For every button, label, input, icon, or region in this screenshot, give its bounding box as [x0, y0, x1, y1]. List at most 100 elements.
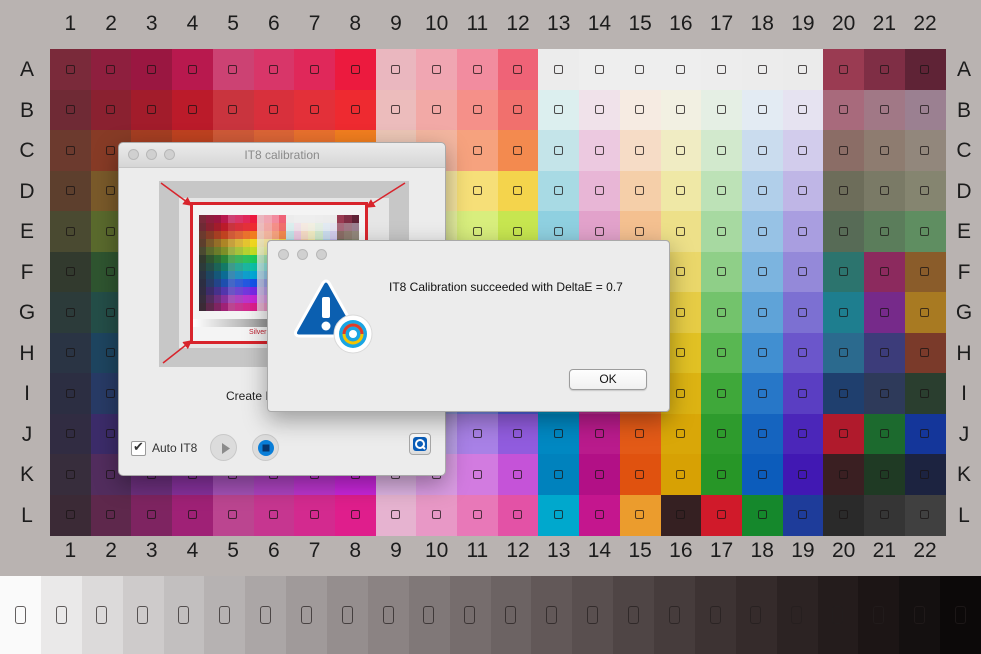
patch-K14: [579, 454, 621, 496]
dialog-zoom-button[interactable]: [316, 249, 327, 260]
patch-J19: [782, 413, 824, 455]
patch-marker: [920, 388, 930, 398]
column-label-top: 1: [64, 12, 77, 35]
gray-patch-marker: [505, 606, 517, 624]
patch-G22: [904, 292, 946, 334]
patch-J22: [904, 413, 946, 455]
patch-D1: [50, 170, 92, 212]
patch-C13: [538, 130, 580, 172]
patch-marker: [554, 469, 564, 479]
patch-E21: [864, 211, 906, 253]
gray-patch-marker: [423, 606, 435, 624]
patch-L4: [172, 494, 214, 536]
patch-L5: [212, 494, 255, 536]
patch-L6: [253, 494, 295, 536]
patch-marker: [879, 105, 889, 115]
help-button[interactable]: [409, 433, 431, 455]
patch-J21: [864, 413, 906, 455]
patch-marker: [147, 510, 157, 520]
column-label-top: 21: [872, 12, 897, 35]
gray-patch: [81, 576, 124, 654]
patch-marker: [920, 105, 930, 115]
patch-E22: [904, 211, 946, 253]
gray-patch-marker: [178, 606, 190, 624]
patch-L8: [334, 494, 377, 536]
patch-marker: [798, 469, 808, 479]
play-button[interactable]: [210, 434, 237, 461]
patch-marker: [472, 226, 482, 236]
patch-marker: [65, 186, 75, 196]
patch-I19: [782, 373, 824, 415]
patch-J17: [701, 413, 743, 455]
gray-patch: [204, 576, 246, 654]
patch-L2: [90, 494, 132, 536]
warning-icon: [294, 279, 373, 354]
patch-marker: [65, 145, 75, 155]
column-label-bottom: 16: [669, 539, 693, 562]
patch-marker: [676, 145, 686, 155]
patch-marker: [920, 145, 930, 155]
patch-D16: [660, 170, 702, 212]
dialog-minimize-button[interactable]: [297, 249, 308, 260]
patch-marker: [554, 186, 564, 196]
patch-A3: [131, 49, 173, 91]
column-label-bottom: 10: [424, 539, 449, 562]
patch-marker: [594, 429, 604, 439]
patch-marker: [594, 510, 604, 520]
patch-marker: [716, 307, 726, 317]
column-label-top: 18: [750, 12, 774, 35]
patch-marker: [513, 226, 523, 236]
patch-G17: [701, 292, 743, 334]
row-label-left: K: [19, 463, 34, 486]
patch-B16: [660, 89, 702, 131]
column-label-top: 17: [709, 12, 734, 35]
patch-marker: [879, 429, 889, 439]
auto-it8-checkbox[interactable]: ✔: [131, 439, 146, 456]
column-label-bottom: 2: [105, 539, 117, 562]
patch-marker: [838, 267, 848, 277]
gray-patch: [817, 576, 859, 654]
help-icon: [413, 437, 427, 451]
patch-marker: [635, 145, 645, 155]
gray-patch: [776, 576, 819, 654]
patch-A13: [538, 49, 580, 91]
patch-marker: [513, 105, 523, 115]
patch-marker: [106, 64, 116, 74]
patch-marker: [757, 469, 767, 479]
patch-marker: [106, 307, 116, 317]
patch-A16: [660, 49, 702, 91]
patch-C21: [864, 130, 906, 172]
patch-C15: [619, 130, 662, 172]
gray-patch: [940, 576, 981, 654]
stop-button[interactable]: [252, 434, 279, 461]
dialog-close-button[interactable]: [278, 249, 289, 260]
row-label-left: G: [18, 301, 36, 324]
patch-E18: [741, 211, 784, 253]
patch-B15: [619, 89, 662, 131]
patch-L16: [660, 494, 702, 536]
patch-H18: [741, 332, 784, 374]
patch-marker: [513, 145, 523, 155]
patch-marker: [635, 429, 645, 439]
it8-window-titlebar[interactable]: IT8 calibration: [119, 143, 445, 168]
patch-K17: [701, 454, 743, 496]
gray-patch-marker: [913, 606, 925, 624]
patch-marker: [838, 226, 848, 236]
patch-marker: [838, 388, 848, 398]
patch-marker: [391, 64, 401, 74]
patch-J1: [50, 413, 92, 455]
patch-G1: [50, 292, 92, 334]
patch-marker: [676, 429, 686, 439]
row-label-right: J: [958, 422, 970, 446]
dialog-titlebar[interactable]: [268, 241, 669, 267]
row-label-left: C: [19, 139, 35, 162]
patch-marker: [228, 510, 238, 520]
column-label-top: 13: [547, 12, 571, 35]
gray-patch: [654, 576, 696, 654]
patch-L12: [497, 494, 539, 536]
ok-button[interactable]: OK: [569, 369, 647, 390]
patch-J16: [660, 413, 702, 455]
patch-K12: [497, 454, 539, 496]
patch-marker: [106, 510, 116, 520]
patch-marker: [716, 388, 726, 398]
